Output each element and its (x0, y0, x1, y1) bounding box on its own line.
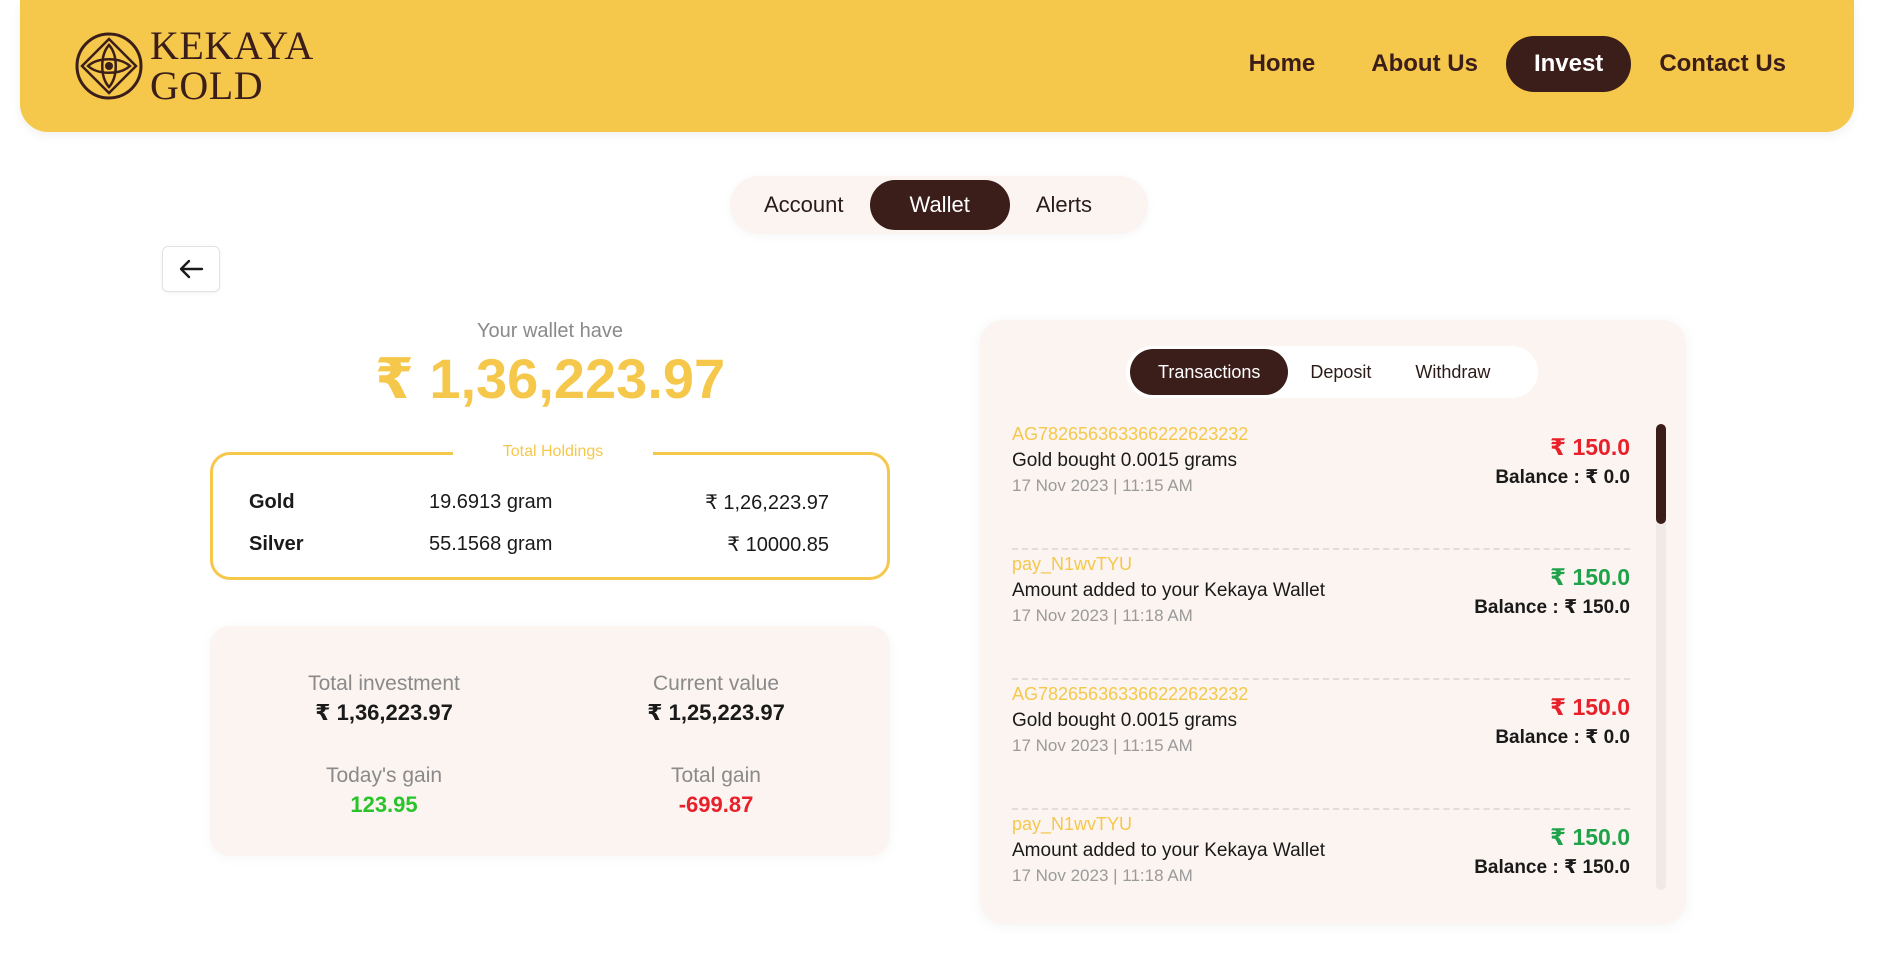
tab-withdraw[interactable]: Withdraw (1393, 349, 1512, 395)
stat-value: ₹ 1,25,223.97 (647, 700, 785, 725)
transaction-tabs: Transactions Deposit Withdraw (1126, 346, 1538, 398)
stat-value: -699.87 (678, 792, 754, 817)
stat-label: Total investment (308, 672, 460, 695)
stat-current-value: Current value ₹ 1,25,223.97 (586, 672, 846, 726)
wallet-label: Your wallet have (476, 320, 624, 342)
total-holdings-card: Total Holdings Gold 19.6913 gram ₹ 1,26,… (210, 443, 890, 580)
stat-label: Current value (652, 672, 780, 695)
holding-quantity: 55.1568 gram (429, 532, 553, 555)
transaction-description: Gold bought 0.0015 grams (1012, 450, 1237, 471)
nav-invest[interactable]: Invest (1505, 36, 1632, 92)
tab-alerts[interactable]: Alerts (1010, 180, 1118, 230)
profile-tabs: Account Wallet Alerts (730, 176, 1148, 234)
transaction-amount: ₹ 150.0 (1550, 824, 1630, 850)
stat-label: Today's gain (325, 764, 443, 787)
main-nav: Home About Us Invest Contact Us (1221, 36, 1814, 92)
holdings-title: Total Holdings (453, 443, 653, 461)
transaction-datetime: 17 Nov 2023 | 11:15 AM (1012, 736, 1193, 755)
holding-value: ₹ 10000.85 (727, 533, 829, 556)
logo-line-2: GOLD (150, 63, 264, 108)
holding-row-gold: Gold 19.6913 gram ₹ 1,26,223.97 (249, 487, 829, 517)
stat-value: ₹ 1,36,223.97 (315, 700, 453, 725)
stat-total-gain: Total gain -699.87 (586, 764, 846, 818)
transaction-amount: ₹ 150.0 (1550, 434, 1630, 460)
transaction-description: Gold bought 0.0015 grams (1012, 710, 1237, 731)
transaction-balance: Balance : ₹ 0.0 (1495, 727, 1630, 748)
logo-line-1: KEKAYA (150, 23, 314, 68)
scrollbar-thumb[interactable] (1656, 424, 1666, 524)
holding-quantity: 19.6913 gram (429, 490, 553, 513)
investment-stats-card: Total investment ₹ 1,36,223.97 Current v… (210, 626, 890, 856)
nav-about-us[interactable]: About Us (1343, 36, 1506, 92)
transaction-balance: Balance : ₹ 0.0 (1495, 467, 1630, 488)
site-header: KEKAYA GOLD Home About Us Invest Contact… (20, 0, 1854, 132)
tab-wallet[interactable]: Wallet (869, 180, 1010, 230)
holding-name: Gold (249, 490, 295, 513)
tab-account[interactable]: Account (738, 180, 870, 230)
stat-total-investment: Total investment ₹ 1,36,223.97 (254, 672, 514, 726)
transaction-balance: Balance : ₹ 150.0 (1474, 857, 1630, 878)
transaction-item[interactable]: pay_N1wvTYU Amount added to your Kekaya … (1012, 810, 1630, 924)
transaction-id: AG782656363366222623232 (1012, 424, 1249, 444)
transaction-datetime: 17 Nov 2023 | 11:15 AM (1012, 476, 1193, 495)
nav-home[interactable]: Home (1221, 36, 1344, 92)
transaction-id: pay_N1wvTYU (1012, 554, 1133, 574)
tab-deposit[interactable]: Deposit (1288, 349, 1393, 395)
transaction-description: Amount added to your Kekaya Wallet (1012, 840, 1325, 861)
transactions-panel: Transactions Deposit Withdraw AG78265636… (980, 320, 1686, 924)
stat-value: 123.95 (350, 792, 418, 817)
transaction-datetime: 17 Nov 2023 | 11:18 AM (1012, 606, 1193, 625)
transaction-balance: Balance : ₹ 150.0 (1474, 597, 1630, 618)
holding-row-silver: Silver 55.1568 gram ₹ 10000.85 (249, 529, 829, 559)
arrow-left-icon (179, 259, 204, 279)
stat-label: Total gain (671, 764, 761, 787)
transaction-item[interactable]: pay_N1wvTYU Amount added to your Kekaya … (1012, 550, 1630, 680)
transaction-amount: ₹ 150.0 (1550, 694, 1630, 720)
nav-contact-us[interactable]: Contact Us (1631, 36, 1814, 92)
transaction-list[interactable]: AG782656363366222623232 Gold bought 0.00… (1012, 420, 1630, 924)
tab-transactions[interactable]: Transactions (1130, 349, 1289, 395)
transaction-item[interactable]: AG782656363366222623232 Gold bought 0.00… (1012, 680, 1630, 810)
transaction-id: pay_N1wvTYU (1012, 814, 1133, 834)
brand-logo[interactable]: KEKAYA GOLD (74, 26, 314, 106)
transaction-description: Amount added to your Kekaya Wallet (1012, 580, 1325, 601)
holding-name: Silver (249, 532, 304, 555)
transaction-item[interactable]: AG782656363366222623232 Gold bought 0.00… (1012, 420, 1630, 550)
transaction-amount: ₹ 150.0 (1550, 564, 1630, 590)
wallet-balance: ₹ 1,36,223.97 (374, 347, 726, 410)
holding-value: ₹ 1,26,223.97 (705, 491, 829, 514)
transaction-id: AG782656363366222623232 (1012, 684, 1249, 704)
logo-emblem-icon (75, 32, 143, 100)
stat-todays-gain: Today's gain 123.95 (254, 764, 514, 818)
back-button[interactable] (162, 246, 220, 292)
logo-wordmark: KEKAYA GOLD (150, 26, 314, 106)
transaction-datetime: 17 Nov 2023 | 11:18 AM (1012, 866, 1193, 885)
